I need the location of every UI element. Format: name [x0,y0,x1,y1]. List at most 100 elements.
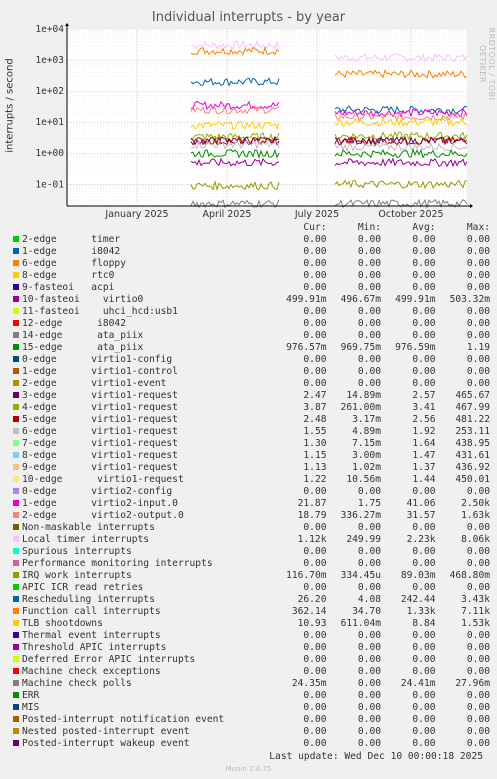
legend-max: 0.00 [466,330,490,341]
legend-cur: 0.00 [303,378,327,389]
legend-row: 2-edge virtio2-output.0 18.79 336.27m 31.57… [10,510,490,522]
legend-row: 4-edge virtio1-request 3.87 261.00m 3.41 467… [10,402,490,414]
legend-min: 0.00 [357,270,381,281]
legend-max: 438.95 [455,438,490,449]
legend-series-name: TLB shootdowns [22,618,103,629]
legend-swatch [13,284,19,290]
legend-swatch [13,548,19,554]
legend-cur: 0.00 [303,726,327,737]
legend-row: Local timer interrupts 1.12k 249.99 2.23k 8.… [10,534,490,546]
legend-row: 0-edge virtio1-config 0.00 0.00 0.00 0.00 [10,354,490,366]
legend-avg: 0.00 [412,234,436,245]
legend-series-name: Non-maskable interrupts [22,522,155,533]
legend-series-name: Posted-interrupt wakeup event [22,738,190,749]
legend-cur: 0.00 [303,486,327,497]
legend-series-name: Rescheduling interrupts [22,594,155,605]
legend-max: 465.67 [455,390,490,401]
legend-avg: 0.00 [412,366,436,377]
legend-min: 336.27m [340,510,381,521]
legend-min: 4.89m [352,426,381,437]
legend-min: 1.02m [352,462,381,473]
x-tick-label: July 2025 [294,209,339,220]
legend-cur: 0.00 [303,306,327,317]
legend-swatch [13,560,19,566]
legend-swatch [13,728,19,734]
legend-min: 969.75m [340,342,381,353]
legend-cur: 2.47 [303,390,327,401]
legend-swatch [13,380,19,386]
legend-series-name: Deferred Error APIC interrupts [22,654,196,665]
legend-swatch [13,488,19,494]
legend-min: 4.08 [357,594,381,605]
legend-header-row: Cur: Min: Avg: Max: [10,222,490,234]
x-tick-label: January 2025 [104,209,168,220]
legend-avg: 0.00 [412,330,436,341]
legend-swatch [13,524,19,530]
legend-row: 1-edge i8042 0.00 0.00 0.00 0.00 [10,246,490,258]
legend-swatch [13,476,19,482]
legend-cur: 0.00 [303,270,327,281]
legend-swatch [13,356,19,362]
legend-min: 611.04m [340,618,381,629]
legend-max: 253.11 [455,426,490,437]
legend-min: 0.00 [357,258,381,269]
legend-cur: 0.00 [303,666,327,677]
legend-swatch [13,416,19,422]
legend-row: 8-edge rtc0 0.00 0.00 0.00 0.00 [10,270,490,282]
legend-cur: 0.00 [303,714,327,725]
legend-row: ERR 0.00 0.00 0.00 0.00 [10,690,490,702]
legend-series-name: Machine check polls [22,678,132,689]
legend-series-name: 9-edge virtio1-request [22,462,178,473]
legend-row: Posted-interrupt wakeup event 0.00 0.00 0.0… [10,738,490,750]
legend-max: 0.00 [466,378,490,389]
col-max: Max: [466,222,490,233]
legend-swatch [13,644,19,650]
legend-swatch [13,608,19,614]
legend-avg: 0.00 [412,642,436,653]
legend-min: 0.00 [357,234,381,245]
legend-max: 0.00 [466,726,490,737]
legend-cur: 0.00 [303,258,327,269]
legend-max: 27.96m [455,678,490,689]
legend-min: 10.56m [346,474,381,485]
legend-row: Machine check exceptions 0.00 0.00 0.00 0.00 [10,666,490,678]
legend-cur: 0.00 [303,558,327,569]
legend-row: 2-edge timer 0.00 0.00 0.00 0.00 [10,234,490,246]
legend-min: 334.45u [340,570,381,581]
legend-series-name: Spurious interrupts [22,546,132,557]
legend-swatch [13,332,19,338]
legend-row: 10-fasteoi virtio0 499.91m 496.67m 499.91m 5… [10,294,490,306]
legend-swatch [13,716,19,722]
legend-max: 0.00 [466,270,490,281]
legend-max: 3.43k [461,594,490,605]
legend-min: 3.00m [352,450,381,461]
legend-min: 0.00 [357,546,381,557]
legend-swatch [13,368,19,374]
legend-cur: 0.00 [303,642,327,653]
legend-swatch [13,404,19,410]
legend-cur: 1.30 [303,438,327,449]
legend-row: 9-fasteoi acpi 0.00 0.00 0.00 0.00 [10,282,490,294]
y-tick-label: 1e+03 [35,55,64,66]
legend-max: 436.92 [455,462,490,473]
legend-avg: 0.00 [412,738,436,749]
legend-series-name: 14-edge ata_piix [22,330,144,341]
legend-avg: 0.00 [412,282,436,293]
legend-swatch [13,428,19,434]
legend-max: 0.00 [466,702,490,713]
legend-max: 0.00 [466,546,490,557]
legend-max: 0.00 [466,258,490,269]
legend-cur: 0.00 [303,366,327,377]
legend-avg: 0.00 [412,630,436,641]
legend-row: 14-edge ata_piix 0.00 0.00 0.00 0.00 [10,330,490,342]
legend-row: IRQ work interrupts 116.70m 334.45u 89.03m 4… [10,570,490,582]
legend-row: 6-edge virtio1-request 1.55 4.89m 1.92 253.1… [10,426,490,438]
legend-series-name: Function call interrupts [22,606,161,617]
legend-row: Performance monitoring interrupts 0.00 0.0… [10,558,490,570]
legend-row: 1-edge virtio1-control 0.00 0.00 0.00 0.00 [10,366,490,378]
legend-series-name: 15-edge ata_piix [22,342,144,353]
legend-series-name: 0-edge virtio1-config [22,354,173,365]
legend-max: 0.00 [466,642,490,653]
legend-swatch [13,656,19,662]
legend-swatch [13,320,19,326]
